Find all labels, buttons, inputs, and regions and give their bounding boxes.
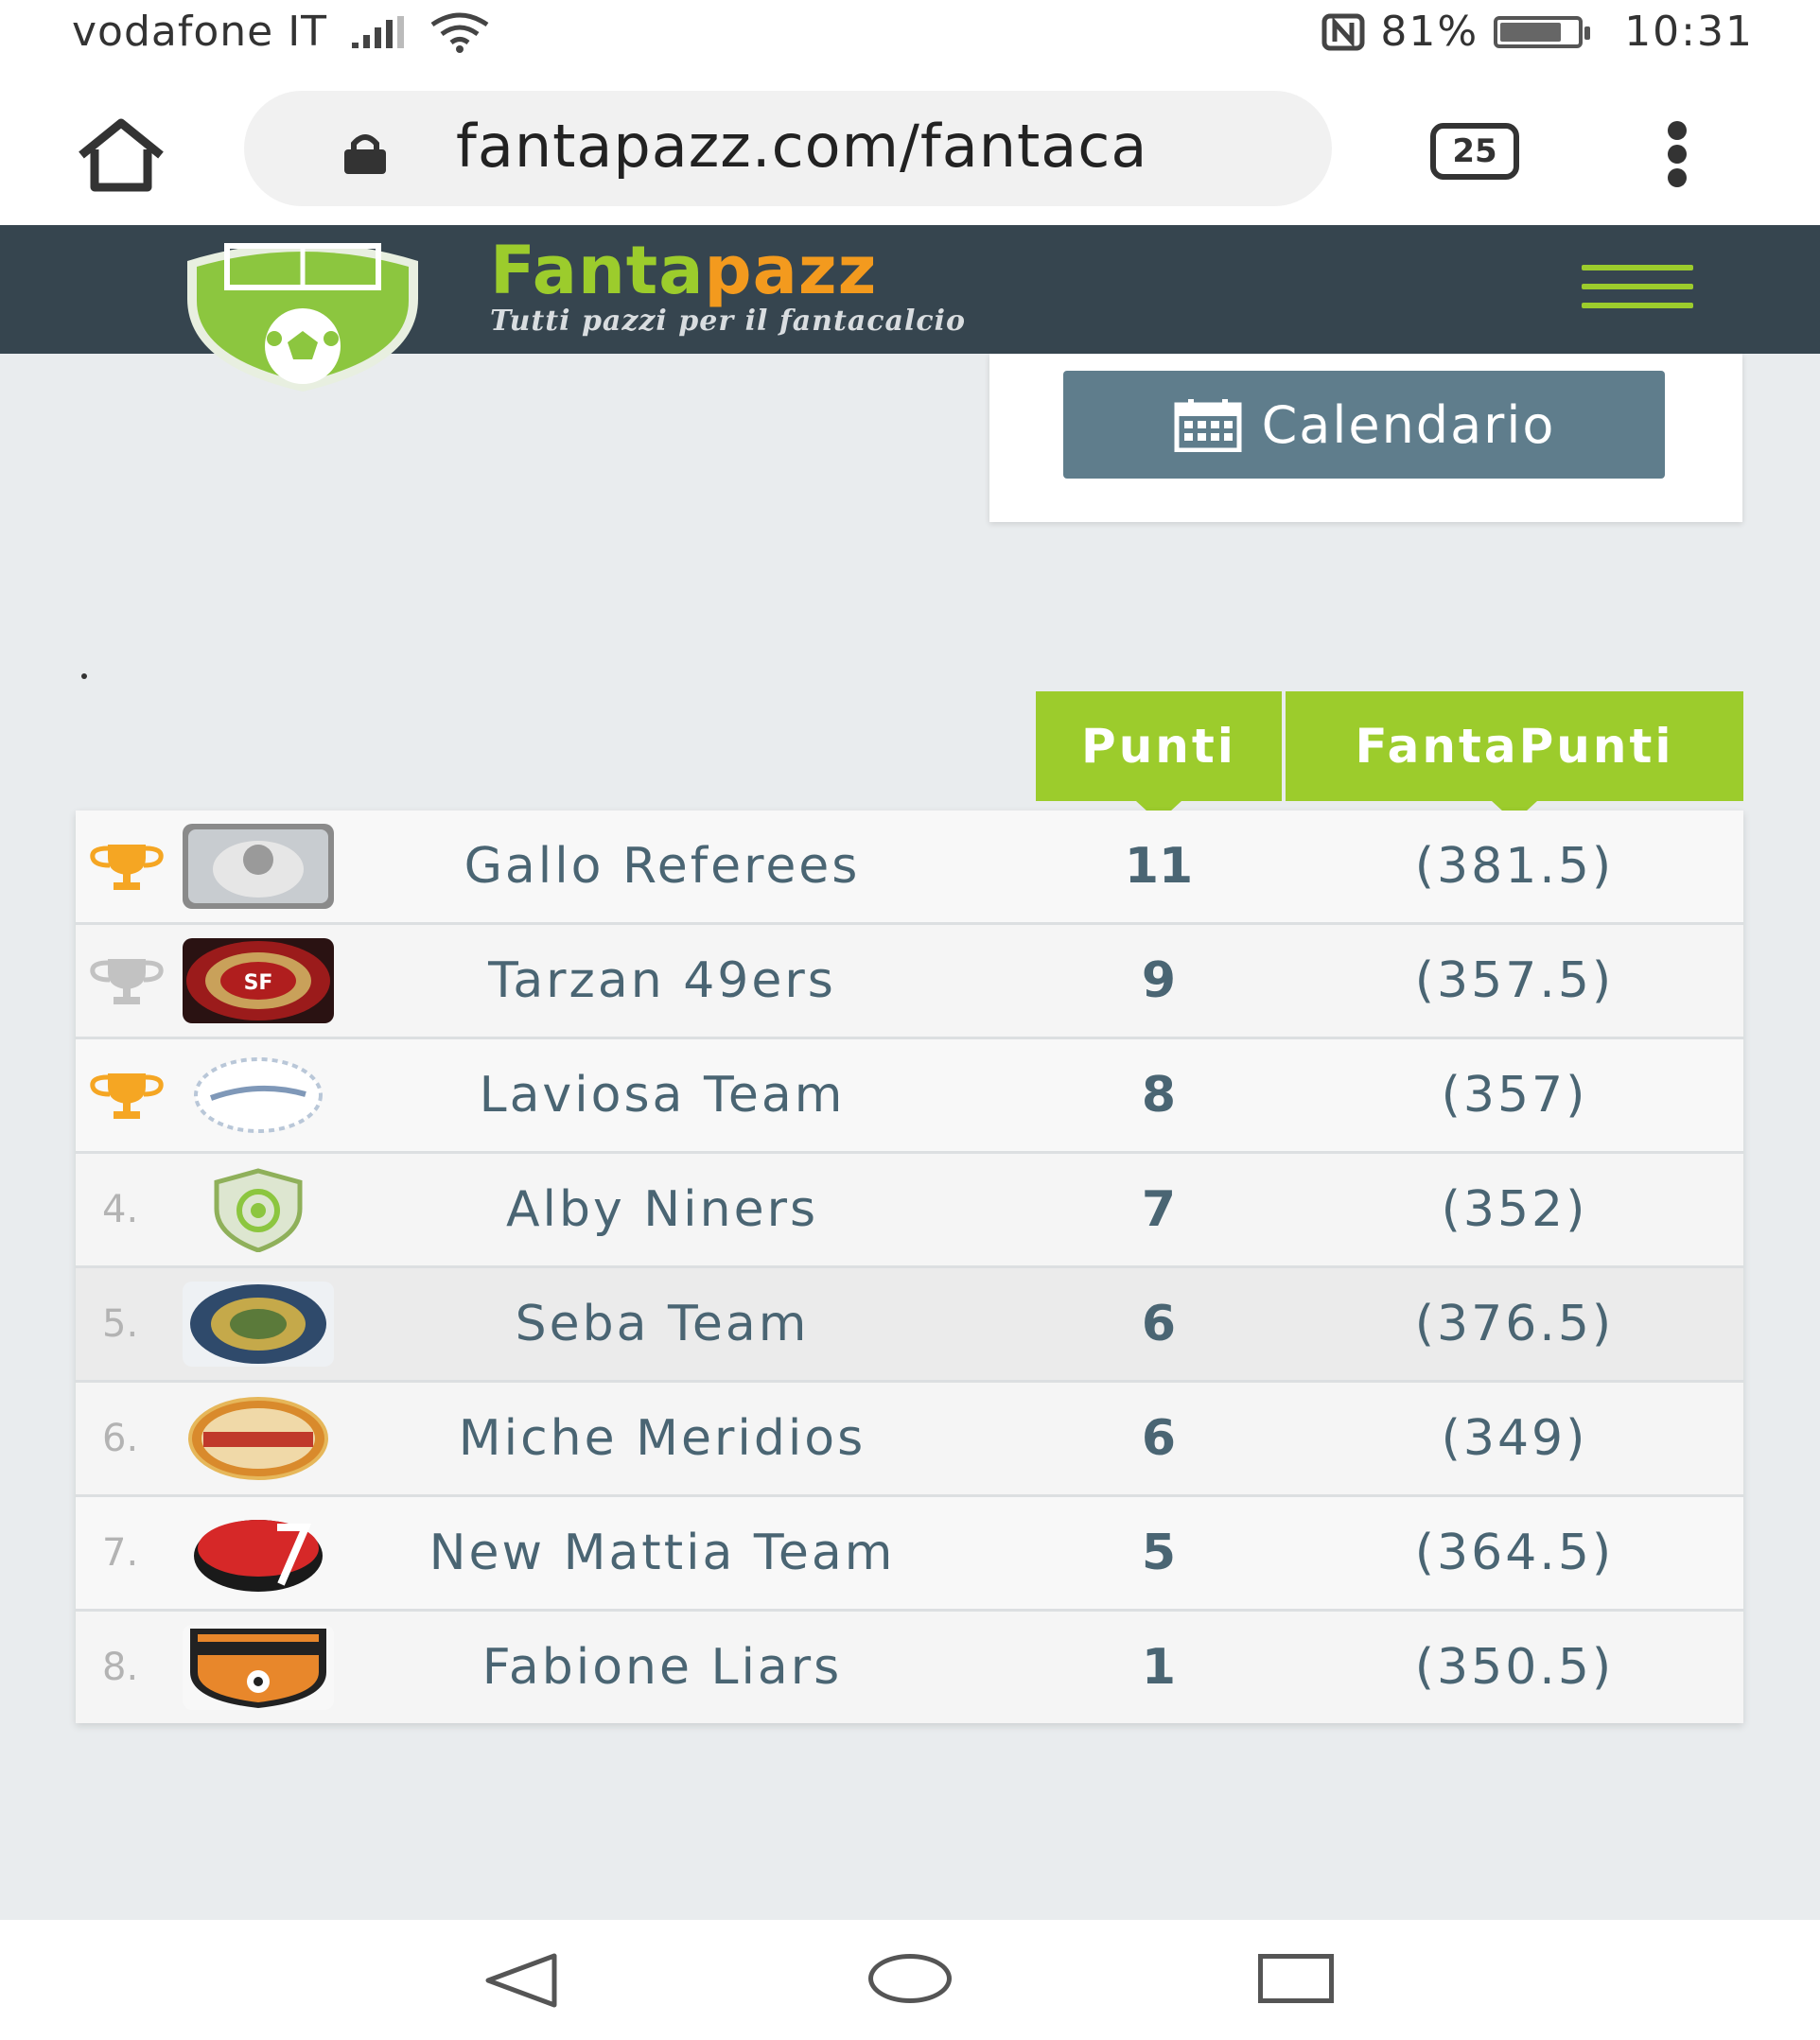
page-content: Calendario Punti FantaPunti Gallo Refere… [0, 354, 1820, 1920]
gold-trophy-icon [90, 1073, 164, 1119]
lock-icon [344, 134, 386, 174]
calendar-button-label: Calendario [1261, 394, 1556, 455]
team-logo-alby-niners [183, 1167, 334, 1252]
calendar-icon [1174, 399, 1242, 452]
team-name[interactable]: New Mattia Team [341, 1497, 984, 1609]
recent-apps-icon[interactable] [1258, 1954, 1334, 2003]
team-name[interactable]: Seba Team [341, 1268, 984, 1380]
brand-name-part1: Fanta [490, 232, 705, 309]
fantapazz-logo[interactable] [180, 233, 426, 393]
team-fantapunti: (357.5) [1414, 952, 1615, 1009]
table-row[interactable]: 8. Fabione Liars 1 (350.5) [76, 1612, 1743, 1723]
status-bar-right: 81% 10:31 [1321, 8, 1754, 56]
team-logo-miche-meridios [183, 1396, 334, 1481]
team-punti: 7 [1141, 1181, 1177, 1238]
team-punti: 6 [1141, 1410, 1177, 1467]
team-logo-tarzan-49ers: SF [183, 938, 334, 1023]
signal-icon [352, 15, 405, 48]
browser-toolbar: fantapazz.com/fantaca 25 [0, 76, 1820, 225]
table-row[interactable]: Gallo Referees 11 (381.5) [76, 811, 1743, 925]
home-icon[interactable] [74, 117, 168, 193]
table-row[interactable]: 5. Seba Team 6 (376.5) [76, 1268, 1743, 1383]
stray-dot [81, 673, 87, 679]
hamburger-menu-icon[interactable] [1582, 265, 1693, 308]
rank-number: 5. [102, 1302, 139, 1346]
table-row[interactable]: Laviosa Team 8 (357) [76, 1039, 1743, 1154]
team-logo-fabione-liars [183, 1625, 334, 1710]
team-punti: 11 [1124, 838, 1194, 895]
team-punti: 9 [1141, 952, 1177, 1009]
standings-table: Gallo Referees 11 (381.5) SF Tarzan 49er… [76, 811, 1743, 1723]
table-row[interactable]: 6. Miche Meridios 6 (349) [76, 1383, 1743, 1497]
team-fantapunti: (350.5) [1414, 1639, 1615, 1696]
team-punti: 1 [1141, 1639, 1177, 1696]
tab-switcher-button[interactable]: 25 [1430, 123, 1519, 180]
team-logo-seba-team [183, 1282, 334, 1367]
battery-icon [1494, 15, 1591, 48]
wifi-icon [430, 12, 489, 53]
team-fantapunti: (352) [1441, 1181, 1588, 1238]
team-fantapunti: (357) [1441, 1067, 1588, 1124]
team-fantapunti: (381.5) [1414, 838, 1615, 895]
overflow-menu-icon[interactable] [1663, 121, 1691, 187]
system-navigation-bar [0, 1920, 1820, 2040]
team-fantapunti: (349) [1441, 1410, 1588, 1467]
svg-text:SF: SF [244, 971, 273, 995]
team-name[interactable]: Miche Meridios [341, 1383, 984, 1494]
team-punti: 5 [1141, 1525, 1177, 1581]
nfc-icon [1321, 13, 1365, 50]
home-circle-icon[interactable] [868, 1954, 952, 2003]
back-icon[interactable] [482, 1952, 558, 2009]
brand-tagline: Tutti pazzi per il fantacalcio [490, 305, 967, 338]
silver-trophy-icon [90, 959, 164, 1004]
team-punti: 6 [1141, 1296, 1177, 1352]
column-header-punti: Punti [1036, 691, 1282, 822]
rank-number: 6. [102, 1417, 139, 1460]
rank-number: 8. [102, 1646, 139, 1689]
table-row[interactable]: 7. New Mattia Team 5 (364.5) [76, 1497, 1743, 1612]
clock: 10:31 [1624, 8, 1754, 56]
rank-number: 7. [102, 1531, 139, 1575]
carrier-label: vodafone IT [72, 8, 328, 56]
team-name[interactable]: Alby Niners [341, 1154, 984, 1265]
status-bar: vodafone IT 81% 10:31 [0, 0, 1820, 76]
gold-trophy-icon [90, 845, 164, 890]
team-name[interactable]: Gallo Referees [341, 811, 984, 922]
team-logo-laviosa-team [183, 1053, 334, 1138]
team-fantapunti: (364.5) [1414, 1525, 1615, 1581]
team-name[interactable]: Tarzan 49ers [341, 925, 984, 1037]
calendar-card: Calendario [989, 354, 1742, 522]
team-name[interactable]: Laviosa Team [341, 1039, 984, 1151]
rank-number: 4. [102, 1188, 139, 1231]
address-bar[interactable]: fantapazz.com/fantaca [244, 91, 1332, 206]
table-row[interactable]: SF Tarzan 49ers 9 (357.5) [76, 925, 1743, 1039]
brand[interactable]: Fantapazz Tutti pazzi per il fantacalcio [490, 235, 966, 338]
calendar-button[interactable]: Calendario [1063, 371, 1665, 479]
column-header-fantapunti: FantaPunti [1286, 691, 1743, 822]
team-fantapunti: (376.5) [1414, 1296, 1615, 1352]
battery-percent: 81% [1380, 8, 1479, 56]
url-text: fantapazz.com/fantaca [456, 112, 1148, 181]
brand-name: Fantapazz [490, 235, 966, 306]
team-logo-new-mattia-team [183, 1510, 334, 1595]
brand-name-part2: pazz [704, 232, 878, 309]
status-bar-left: vodafone IT [72, 8, 491, 56]
team-name[interactable]: Fabione Liars [341, 1612, 984, 1723]
team-logo-gallo-referees [183, 824, 334, 909]
team-punti: 8 [1141, 1067, 1177, 1124]
table-row[interactable]: 4. Alby Niners 7 (352) [76, 1154, 1743, 1268]
